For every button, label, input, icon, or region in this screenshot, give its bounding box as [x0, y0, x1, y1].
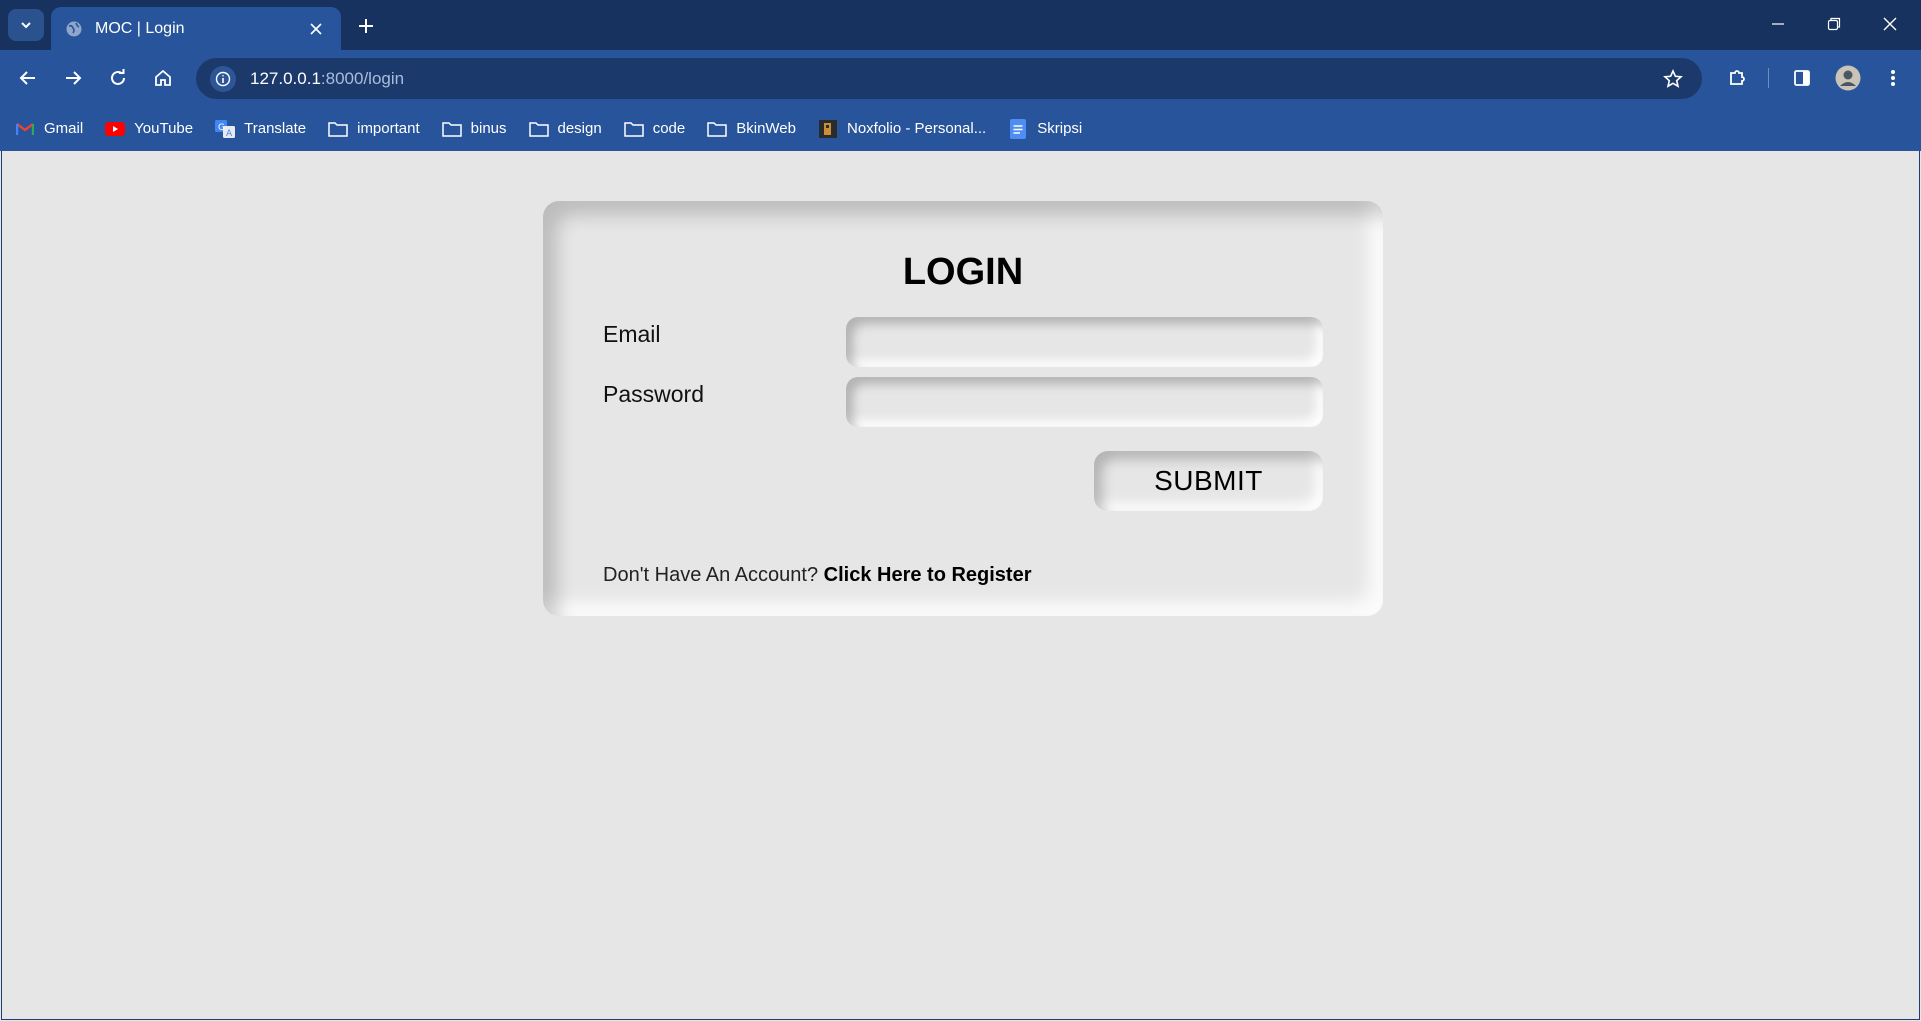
side-panel-icon: [1794, 70, 1810, 86]
side-panel-button[interactable]: [1785, 61, 1819, 95]
bookmark-star-button[interactable]: [1660, 66, 1686, 92]
email-label: Email: [603, 321, 661, 347]
register-prompt: Don't Have An Account?: [603, 564, 819, 586]
close-icon: [1883, 17, 1897, 31]
tab-strip: MOC | Login: [0, 0, 1921, 50]
home-button[interactable]: [146, 61, 180, 95]
close-icon: [310, 22, 322, 35]
bookmark-label: binus: [470, 120, 507, 137]
bookmark-folder-code[interactable]: code: [623, 114, 686, 144]
bookmark-folder-bkinweb[interactable]: BkinWeb: [707, 114, 796, 144]
browser-toolbar: 127.0.0.1:8000/login: [0, 50, 1921, 106]
folder-icon: [441, 120, 462, 138]
email-field[interactable]: [846, 317, 1323, 367]
puzzle-icon: [1730, 70, 1745, 85]
plus-icon: [359, 19, 373, 33]
new-tab-button[interactable]: [352, 12, 380, 40]
register-link[interactable]: Click Here to Register: [824, 564, 1032, 586]
bookmark-youtube[interactable]: YouTube: [105, 114, 193, 144]
youtube-icon: [105, 120, 126, 138]
url-host: 127.0.0.1: [250, 68, 321, 88]
submit-button[interactable]: SUBMIT: [1094, 451, 1323, 511]
browser-chrome: MOC | Login 127.0.0.1:8000/login Gmail Y…: [0, 0, 1921, 151]
tab-title: MOC | Login: [95, 19, 185, 37]
bookmark-label: Noxfolio - Personal...: [847, 120, 987, 137]
bookmark-skripsi[interactable]: Skripsi: [1008, 114, 1082, 144]
menu-button[interactable]: [1876, 61, 1910, 95]
svg-text:A: A: [226, 129, 233, 138]
login-card: LOGIN Email Password SUBMIT Don't Have A…: [543, 201, 1383, 616]
star-icon: [1663, 69, 1683, 88]
forward-button[interactable]: [56, 61, 90, 95]
folder-icon: [623, 120, 644, 138]
profile-button[interactable]: [1831, 61, 1865, 95]
bookmark-label: Translate: [244, 120, 307, 137]
page-title: LOGIN: [902, 251, 1024, 293]
address-bar[interactable]: 127.0.0.1:8000/login: [196, 58, 1702, 99]
password-label: Password: [603, 381, 704, 407]
toolbar-divider: [1768, 68, 1769, 88]
globe-icon: [66, 21, 82, 36]
bookmark-folder-binus[interactable]: binus: [441, 114, 507, 144]
arrow-right-icon: [66, 71, 82, 85]
extensions-button[interactable]: [1720, 61, 1754, 95]
home-icon: [155, 69, 171, 86]
svg-text:G: G: [218, 123, 225, 133]
chevron-down-icon: [21, 22, 31, 29]
page-content: LOGIN Email Password SUBMIT Don't Have A…: [1, 151, 1920, 1020]
minimize-icon: [1772, 23, 1784, 25]
bookmark-label: BkinWeb: [736, 120, 796, 137]
tab-active[interactable]: MOC | Login: [51, 7, 341, 50]
tab-search-button[interactable]: [8, 9, 44, 41]
bookmark-noxfolio[interactable]: Noxfolio - Personal...: [818, 114, 986, 144]
bookmark-label: important: [357, 120, 420, 137]
url-text: 127.0.0.1:8000/login: [250, 69, 404, 89]
bookmark-folder-important[interactable]: important: [328, 114, 420, 144]
translate-icon: GA: [215, 119, 236, 138]
bookmark-label: design: [557, 120, 602, 137]
url-path: :8000/login: [320, 68, 405, 88]
arrow-left-icon: [19, 71, 35, 85]
more-vert-icon: [1891, 70, 1895, 86]
minimize-button[interactable]: [1758, 8, 1798, 40]
bookmark-label: Skripsi: [1037, 120, 1083, 137]
bookmark-translate[interactable]: GA Translate: [215, 114, 306, 144]
site-info-button[interactable]: [210, 65, 236, 92]
tab-close-button[interactable]: [305, 18, 327, 40]
bookmark-label: code: [652, 120, 686, 137]
folder-icon: [707, 120, 727, 138]
gmail-icon: [15, 120, 35, 138]
folder-icon: [528, 120, 549, 138]
docs-icon: [1008, 118, 1028, 139]
restore-icon: [1827, 17, 1841, 31]
bookmark-gmail[interactable]: Gmail: [15, 114, 83, 144]
folder-icon: [328, 120, 348, 138]
back-button[interactable]: [11, 61, 45, 95]
info-icon: [215, 71, 231, 86]
avatar: [1835, 65, 1861, 91]
restore-button[interactable]: [1814, 8, 1854, 40]
reload-icon: [111, 69, 125, 85]
bookmarks-bar: Gmail YouTube GA Translate important bin…: [0, 106, 1921, 151]
bookmark-folder-design[interactable]: design: [528, 114, 602, 144]
register-prompt-line: Don't Have An Account? Click Here to Reg…: [603, 564, 1032, 587]
bookmark-label: Gmail: [44, 120, 84, 137]
bookmark-label: YouTube: [134, 120, 194, 137]
password-field[interactable]: [846, 377, 1323, 427]
close-window-button[interactable]: [1870, 8, 1910, 40]
site-favicon: [818, 119, 838, 138]
reload-button[interactable]: [101, 61, 135, 95]
